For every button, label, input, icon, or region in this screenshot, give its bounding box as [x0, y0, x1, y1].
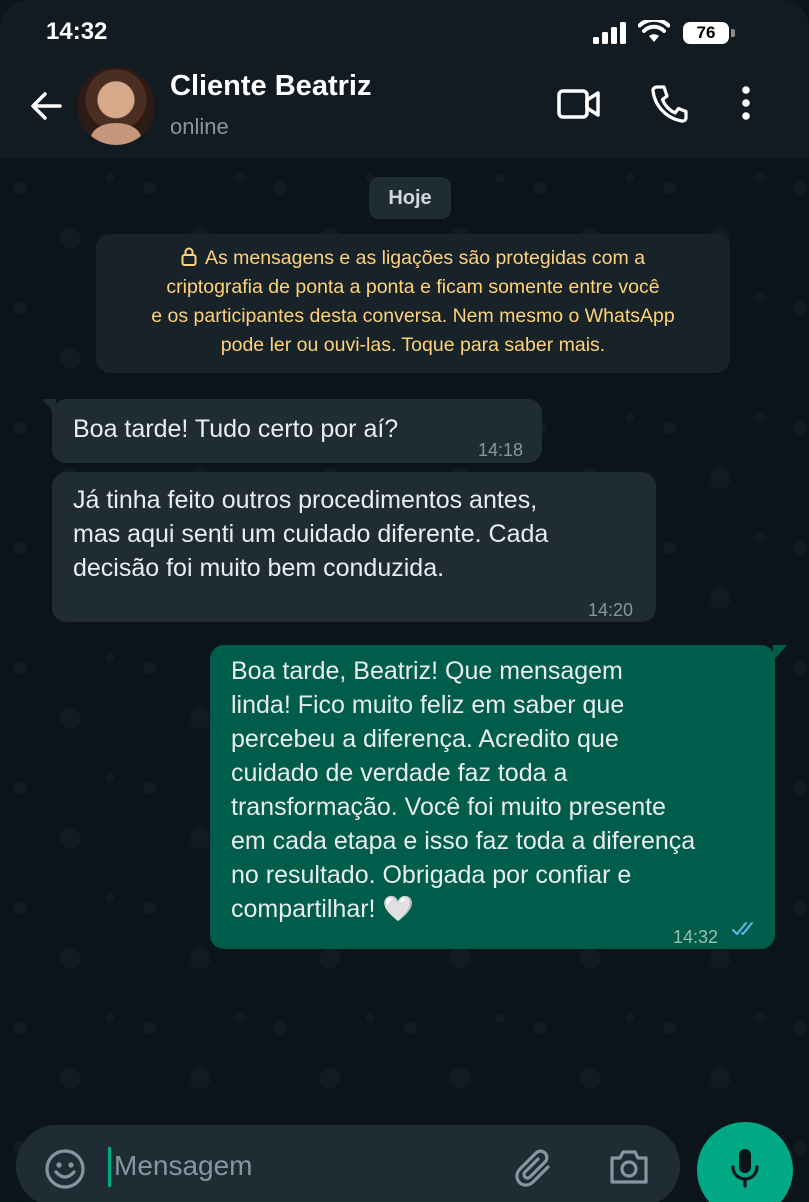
- incoming-message[interactable]: Já tinha feito outros procedimentos ante…: [52, 472, 656, 622]
- message-text: cuidado de verdade faz toda a: [231, 759, 568, 787]
- wifi-icon: [638, 20, 670, 42]
- chat-header: Cliente Beatriz online: [0, 60, 809, 158]
- message-text: no resultado. Obrigada por confiar e: [231, 861, 632, 889]
- battery-percent: 76: [696, 23, 716, 42]
- outgoing-message[interactable]: Boa tarde, Beatriz! Que mensagem linda! …: [210, 645, 787, 949]
- encryption-notice[interactable]: As mensagens e as ligações são protegida…: [96, 234, 730, 373]
- camera-icon[interactable]: [608, 1149, 650, 1185]
- encryption-notice-line: pode ler ou ouvi-las. Toque para saber m…: [220, 334, 606, 356]
- date-divider: Hoje: [369, 177, 451, 219]
- message-time: 14:18: [478, 440, 524, 460]
- signal-icon: [593, 22, 626, 44]
- message-text: Boa tarde! Tudo certo por aí?: [73, 415, 399, 443]
- contact-name[interactable]: Cliente Beatriz: [170, 70, 371, 103]
- status-bar: 14:32 76: [0, 0, 809, 60]
- read-receipt-icon: [732, 922, 753, 935]
- message-text: percebeu a diferença. Acredito que: [231, 725, 619, 753]
- message-text: decisão foi muito bem conduzida.: [73, 554, 445, 582]
- message-time: 14:20: [588, 600, 634, 620]
- battery-indicator: 76: [683, 22, 735, 46]
- back-arrow-icon[interactable]: [28, 88, 64, 124]
- encryption-notice-line: As mensagens e as ligações são protegida…: [204, 247, 646, 269]
- message-text: Já tinha feito outros procedimentos ante…: [73, 486, 538, 514]
- message-text: linda! Fico muito feliz em saber que: [231, 691, 625, 719]
- avatar[interactable]: [77, 67, 155, 145]
- status-time: 14:32: [46, 18, 108, 45]
- incoming-message[interactable]: Boa tarde! Tudo certo por aí? 14:18: [42, 399, 542, 463]
- phone-screen: 14:32 76 Cliente Beatriz online Hoje As …: [0, 0, 809, 1202]
- message-time: 14:32: [673, 927, 719, 947]
- more-options-icon[interactable]: [736, 84, 756, 124]
- video-call-icon[interactable]: [557, 86, 601, 122]
- emoji-icon[interactable]: [44, 1148, 86, 1190]
- message-text: em cada etapa e isso faz toda a diferenç…: [231, 827, 696, 855]
- message-text: transformação. Você foi muito presente: [231, 793, 666, 821]
- text-cursor: [108, 1147, 111, 1187]
- contact-status: online: [170, 114, 229, 139]
- message-input[interactable]: [112, 1143, 496, 1189]
- message-composer: [16, 1125, 680, 1202]
- microphone-icon: [731, 1149, 759, 1188]
- lock-icon: [181, 247, 197, 266]
- attach-icon[interactable]: [514, 1147, 556, 1189]
- message-text: mas aqui senti um cuidado diferente. Cad…: [73, 520, 549, 548]
- encryption-notice-line: e os participantes desta conversa. Nem m…: [151, 305, 675, 327]
- message-text: Boa tarde, Beatriz! Que mensagem: [231, 657, 623, 685]
- voice-call-icon[interactable]: [650, 84, 688, 124]
- encryption-notice-line: criptografia de ponta a ponta e ficam so…: [166, 276, 660, 298]
